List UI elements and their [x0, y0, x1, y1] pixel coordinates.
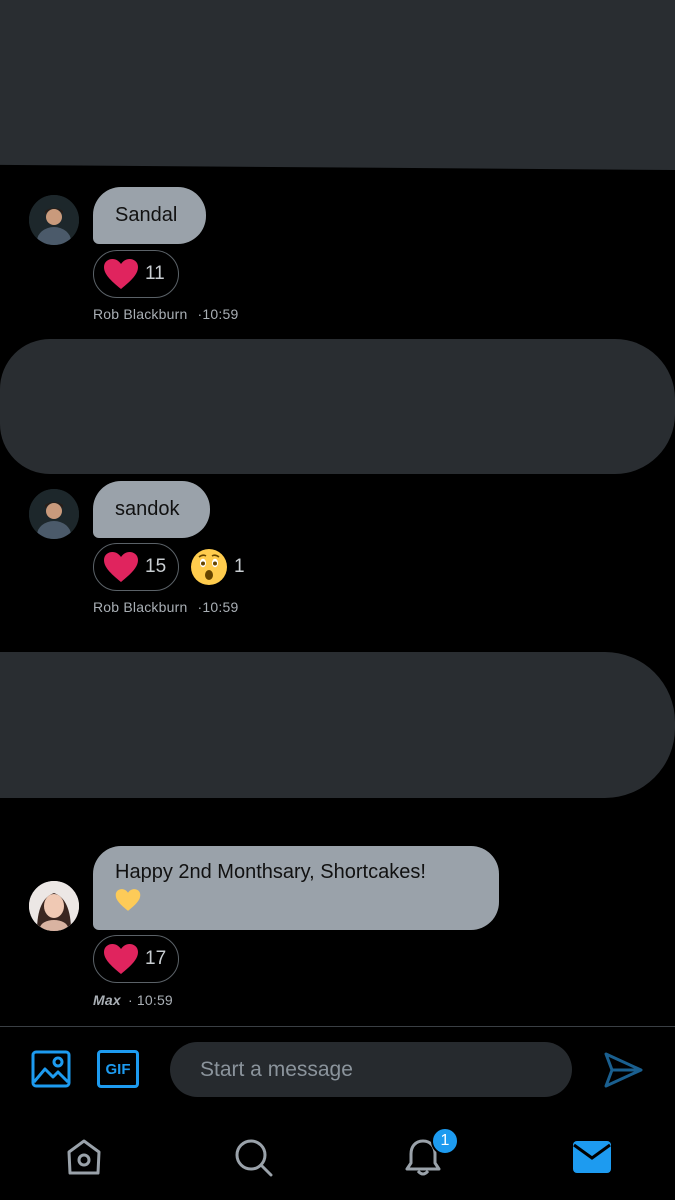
redacted-message-block	[0, 652, 675, 798]
image-icon	[31, 1050, 71, 1088]
reaction-count: 11	[145, 263, 165, 284]
image-upload-button[interactable]	[30, 1049, 72, 1089]
reaction-count: 1	[234, 556, 245, 577]
nav-home[interactable]	[62, 1135, 106, 1179]
heart-icon	[104, 259, 138, 289]
gif-icon: GIF	[97, 1050, 139, 1088]
redacted-message-block	[0, 339, 675, 474]
notification-badge: 1	[431, 1127, 459, 1155]
timestamp: ·10:59	[197, 306, 239, 322]
author-name: Max	[93, 992, 121, 1008]
timestamp: · 10:59	[127, 992, 173, 1008]
message-bubble[interactable]: Happy 2nd Monthsary, Shortcakes!	[93, 846, 499, 930]
heart-icon	[104, 552, 138, 582]
message-meta: Max · 10:59	[93, 992, 173, 1008]
message-input[interactable]: Start a message	[170, 1042, 572, 1097]
message-bubble[interactable]: sandok	[93, 481, 210, 538]
divider	[0, 1026, 675, 1027]
timestamp: ·10:59	[197, 599, 239, 615]
message-text: Sandal	[115, 204, 178, 226]
reaction-count: 17	[145, 948, 167, 969]
search-icon	[235, 1139, 273, 1177]
reaction-pill[interactable]: 17	[93, 935, 179, 983]
message-text: Happy 2nd Monthsary, Shortcakes!	[115, 861, 426, 883]
send-icon	[604, 1052, 643, 1088]
author-name: Rob Blackburn	[93, 306, 188, 322]
avatar[interactable]	[29, 881, 79, 931]
mail-icon	[573, 1141, 611, 1173]
redacted-message-block	[0, 0, 675, 170]
reaction-count: 15	[145, 556, 167, 577]
message-bubble[interactable]: Sandal	[93, 187, 206, 244]
gif-label: GIF	[105, 1060, 131, 1078]
reaction-pill[interactable]: 11	[93, 250, 179, 298]
heart-icon	[104, 944, 138, 974]
message-input-placeholder: Start a message	[200, 1057, 353, 1081]
message-content: Happy 2nd Monthsary, Shortcakes!	[115, 859, 426, 920]
avatar[interactable]	[29, 489, 79, 539]
message-text: sandok	[115, 498, 180, 520]
gif-button[interactable]: GIF	[97, 1050, 139, 1088]
message-meta: Rob Blackburn ·10:59	[93, 599, 238, 615]
nav-messages[interactable]	[570, 1137, 614, 1177]
avatar[interactable]	[29, 195, 79, 245]
nav-search[interactable]	[231, 1135, 275, 1179]
reaction-pill[interactable]: 1	[190, 548, 245, 586]
author-name: Rob Blackburn	[93, 599, 188, 615]
reaction-pill[interactable]: 15	[93, 543, 179, 591]
message-meta: Rob Blackburn ·10:59	[93, 306, 238, 322]
send-button[interactable]	[602, 1050, 644, 1090]
yellow-heart-icon	[115, 889, 141, 911]
home-icon	[67, 1139, 101, 1175]
astonished-face-icon	[191, 549, 227, 585]
